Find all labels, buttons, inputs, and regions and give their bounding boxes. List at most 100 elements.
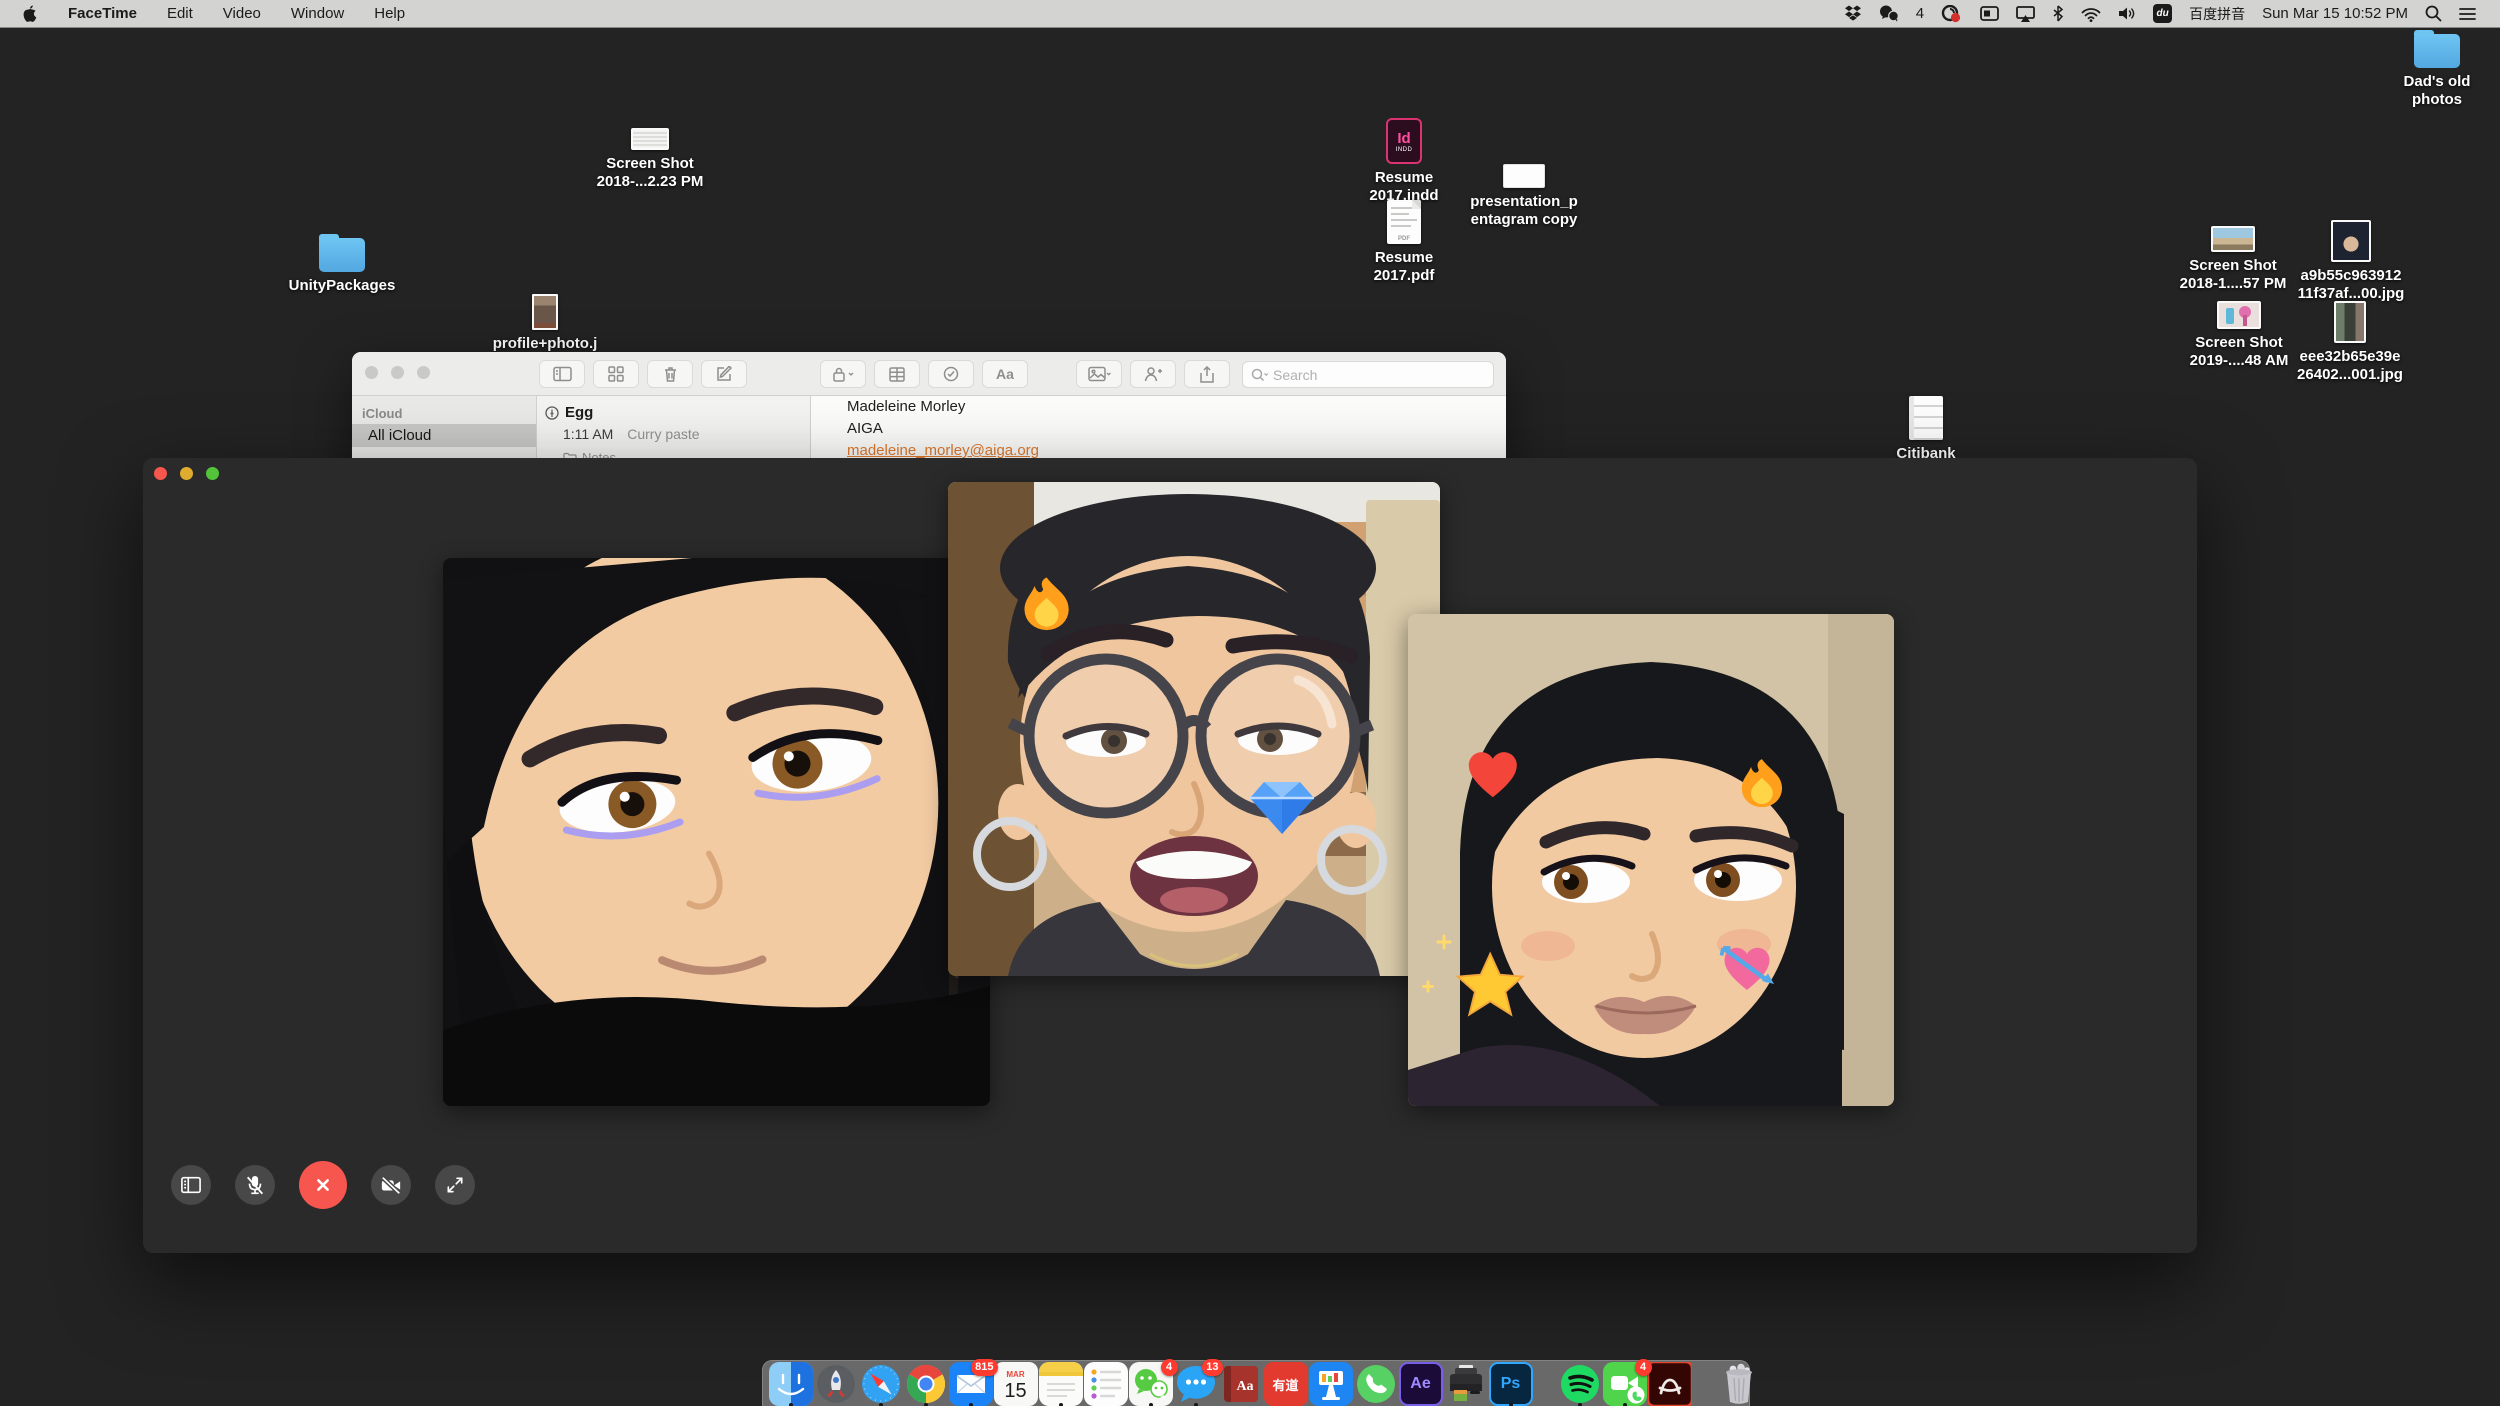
dock-trash-icon[interactable] xyxy=(1717,1362,1761,1406)
search-input[interactable] xyxy=(1273,367,1453,383)
screen-recording-status-icon[interactable] xyxy=(1941,5,1963,23)
desktop-icon-dads-old-photos[interactable]: Dad's oldphotos xyxy=(2357,34,2500,109)
photo-thumbnail-icon xyxy=(2334,301,2366,343)
desktop-icon-resume-pdf[interactable]: PDF Resume2017.pdf xyxy=(1324,200,1484,285)
dock-spotify-icon[interactable] xyxy=(1558,1362,1602,1406)
screenshot-thumbnail-icon xyxy=(631,128,669,150)
notes-search-field[interactable] xyxy=(1242,361,1494,388)
dock-keynote-icon[interactable] xyxy=(1309,1362,1353,1406)
dock-facetime-icon[interactable]: 4 xyxy=(1603,1362,1647,1406)
insert-media-button[interactable] xyxy=(1076,360,1122,388)
facetime-window xyxy=(143,458,2197,1253)
pdf-file-icon: PDF xyxy=(1387,200,1421,244)
dock-photoshop-icon[interactable]: Ps xyxy=(1489,1362,1533,1406)
folder-icon xyxy=(319,238,365,272)
volume-icon[interactable] xyxy=(2118,6,2136,21)
minimize-button[interactable] xyxy=(391,366,404,379)
spotlight-search-icon[interactable] xyxy=(2425,5,2442,22)
photo-thumbnail-icon xyxy=(2331,220,2371,262)
share-button[interactable] xyxy=(1184,360,1230,388)
participant-video-tile-middle xyxy=(948,482,1440,976)
gallery-view-button[interactable] xyxy=(593,360,639,388)
dock-acrobat-icon[interactable] xyxy=(1648,1362,1692,1406)
delete-note-button[interactable] xyxy=(647,360,693,388)
desktop-icon-eee32-jpg[interactable]: eee32b65e39e26402...001.jpg xyxy=(2270,301,2430,384)
dock-whatsapp-icon[interactable] xyxy=(1354,1362,1398,1406)
app-menu-facetime[interactable]: FaceTime xyxy=(68,5,137,22)
notification-center-icon[interactable] xyxy=(2459,7,2476,21)
menu-help[interactable]: Help xyxy=(374,5,405,22)
zoom-button[interactable] xyxy=(417,366,430,379)
dock-finder-icon[interactable] xyxy=(769,1362,813,1406)
close-button[interactable] xyxy=(365,366,378,379)
dock-chrome-icon[interactable] xyxy=(904,1362,948,1406)
menu-video[interactable]: Video xyxy=(223,5,261,22)
facetime-controls xyxy=(171,1161,475,1209)
menu-edit[interactable]: Edit xyxy=(167,5,193,22)
participant-video-tile-right xyxy=(1408,614,1894,1106)
apple-menu-icon[interactable] xyxy=(22,5,38,23)
dock-calendar-icon[interactable]: MAR 15 xyxy=(994,1362,1038,1406)
note-line-org: AIGA xyxy=(847,418,1506,440)
wifi-icon[interactable] xyxy=(2081,6,2101,22)
share-note-collaborate-button[interactable] xyxy=(1130,360,1176,388)
menu-window[interactable]: Window xyxy=(291,5,344,22)
insert-table-button[interactable] xyxy=(874,360,920,388)
indesign-file-icon: Id INDD xyxy=(1386,118,1422,164)
desktop-icon-screenshot-223pm[interactable]: Screen Shot2018-...2.23 PM xyxy=(570,128,730,191)
sidebar-toggle-button[interactable] xyxy=(171,1165,211,1205)
mail-badge: 815 xyxy=(971,1359,997,1376)
baidu-input-icon[interactable]: du xyxy=(2153,4,2172,23)
dock-reminders-icon[interactable] xyxy=(1084,1362,1128,1406)
pin-icon xyxy=(545,406,559,420)
dropbox-icon[interactable] xyxy=(1844,5,1862,22)
mute-button[interactable] xyxy=(235,1165,275,1205)
toggle-sidebar-button[interactable] xyxy=(539,360,585,388)
minimize-button[interactable] xyxy=(180,467,193,480)
participant-video-tile-left xyxy=(443,558,990,1106)
camera-off-button[interactable] xyxy=(371,1165,411,1205)
dock-launchpad-icon[interactable] xyxy=(814,1362,858,1406)
bluetooth-icon[interactable] xyxy=(2052,5,2064,22)
lock-note-button[interactable] xyxy=(820,360,866,388)
note-list-item[interactable]: Egg xyxy=(545,404,593,421)
desktop-icon-unitypackages[interactable]: UnityPackages xyxy=(262,238,422,295)
dock-dictionary-icon[interactable]: Aa xyxy=(1219,1362,1263,1406)
note-snippet: Curry paste xyxy=(627,426,699,442)
dock-youdao-dict-icon[interactable]: 有道 xyxy=(1264,1362,1308,1406)
desktop-icon-profile-photo[interactable]: profile+photo.j xyxy=(465,294,625,353)
dock-after-effects-icon[interactable]: Ae xyxy=(1399,1362,1443,1406)
note-title: Egg xyxy=(565,404,593,421)
wechat-status-icon[interactable] xyxy=(1879,5,1899,22)
bartender-icon[interactable] xyxy=(1980,6,1999,21)
dock-messages-icon[interactable]: 13 xyxy=(1174,1362,1218,1406)
presentation-file-icon xyxy=(1503,164,1545,188)
compose-note-button[interactable] xyxy=(701,360,747,388)
document-icon xyxy=(1909,396,1943,440)
close-button[interactable] xyxy=(154,467,167,480)
note-email-link[interactable]: madeleine_morley@aiga.org xyxy=(847,442,1039,459)
dock-notes-icon[interactable] xyxy=(1039,1362,1083,1406)
svg-text:Aa: Aa xyxy=(1236,1379,1253,1394)
end-call-button[interactable] xyxy=(299,1161,347,1209)
dock: 815 MAR 15 4 13 Aa 有道 Ae xyxy=(762,1360,1750,1406)
notes-toolbar: Aa xyxy=(352,352,1506,396)
dock-printer-icon[interactable] xyxy=(1444,1362,1488,1406)
sidebar-section-label: iCloud xyxy=(362,406,402,421)
note-line-name: Madeleine Morley xyxy=(847,396,1506,418)
photo-thumbnail-icon xyxy=(532,294,558,330)
desktop-icon-citibank[interactable]: Citibank xyxy=(1846,396,2006,463)
fullscreen-button[interactable] xyxy=(435,1165,475,1205)
airplay-display-icon[interactable] xyxy=(2016,6,2035,22)
desktop-icon-a9b55-jpg[interactable]: a9b55c96391211f37af...00.jpg xyxy=(2271,220,2431,303)
facetime-badge: 4 xyxy=(1635,1359,1652,1376)
dock-mail-icon[interactable]: 815 xyxy=(949,1362,993,1406)
dock-safari-icon[interactable] xyxy=(859,1362,903,1406)
input-method-label[interactable]: 百度拼音 xyxy=(2189,4,2245,24)
menu-clock[interactable]: Sun Mar 15 10:52 PM xyxy=(2262,5,2408,22)
dock-wechat-icon[interactable]: 4 xyxy=(1129,1362,1173,1406)
checklist-button[interactable] xyxy=(928,360,974,388)
sidebar-item-all-icloud[interactable]: All iCloud xyxy=(352,424,536,447)
text-format-button[interactable]: Aa xyxy=(982,360,1028,388)
zoom-button[interactable] xyxy=(206,467,219,480)
